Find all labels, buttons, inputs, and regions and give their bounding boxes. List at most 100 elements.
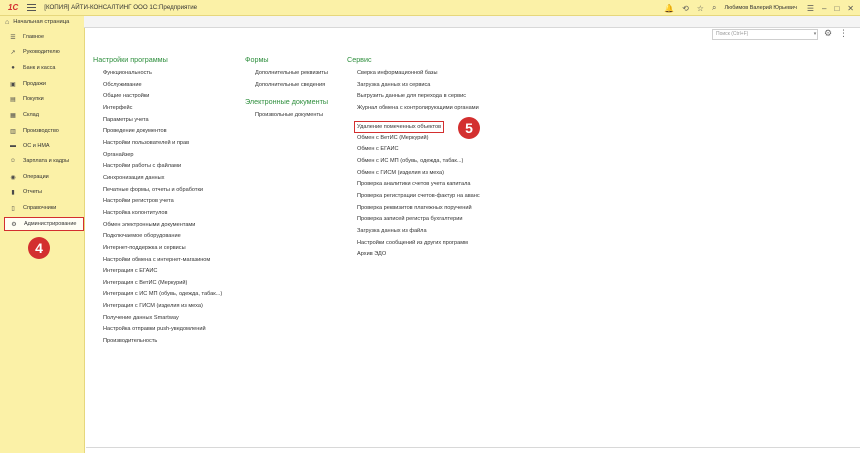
program-settings-link[interactable]: Настройки обмена с интернет-магазином — [103, 255, 222, 267]
service-link[interactable]: Обмен с ИС МП (обувь, одежда, табак...) — [357, 156, 480, 168]
sidebar-item-label: Операции — [23, 174, 49, 180]
tab-start-page[interactable]: ⌂ Начальная страница — [0, 16, 84, 28]
sidebar-item-operations[interactable]: ◉ Операции — [4, 170, 84, 184]
program-settings-link[interactable]: Органайзер — [103, 150, 222, 162]
close-icon[interactable]: ✕ — [847, 4, 854, 13]
search-icon[interactable]: ⌕ — [712, 3, 716, 13]
service-link[interactable]: Сверка информационной базы — [357, 68, 480, 80]
program-settings-heading: Настройки программы — [93, 55, 168, 64]
coins-icon: ● — [11, 65, 15, 71]
search-dropdown-icon[interactable]: ▾ — [811, 29, 819, 40]
history-icon[interactable]: ⟲ — [682, 4, 689, 13]
search-input[interactable]: Поиск (Ctrl+F) — [712, 29, 818, 40]
forms-link[interactable]: Дополнительные реквизиты — [255, 68, 328, 80]
menu-icon[interactable]: ☰ — [807, 4, 814, 13]
service-link[interactable]: Журнал обмена с контролирующими органами — [357, 103, 480, 115]
sidebar-item-production[interactable]: ▥ Производство — [4, 124, 84, 138]
service-link[interactable]: Выгрузить данные для перехода в сервис — [357, 91, 480, 103]
service-link[interactable]: Проверка записей регистра бухгалтерии — [357, 214, 480, 226]
home-icon: ⌂ — [5, 18, 10, 26]
sidebar-item-main[interactable]: ☰ Главное — [4, 30, 84, 44]
main-menu-icon[interactable] — [27, 4, 37, 11]
program-settings-section: Настройки программы Функциональность Обс… — [93, 55, 222, 348]
sidebar-item-purchases[interactable]: ▤ Покупки — [4, 92, 84, 106]
program-settings-link[interactable]: Обслуживание — [103, 80, 222, 92]
program-settings-link[interactable]: Настройки регистров учета — [103, 196, 222, 208]
people-icon: ☺ — [9, 158, 17, 164]
program-settings-link[interactable]: Интерфейс — [103, 103, 222, 115]
sidebar-item-bank[interactable]: ● Банк и касса — [4, 61, 84, 75]
program-settings-link[interactable]: Настройки пользователей и прав — [103, 138, 222, 150]
program-settings-link[interactable]: Интеграция с ВетИС (Меркурий) — [103, 278, 222, 290]
program-settings-link[interactable]: Настройки работы с файлами — [103, 161, 222, 173]
program-settings-link[interactable]: Проведение документов — [103, 126, 222, 138]
edocs-link[interactable]: Произвольные документы — [255, 110, 328, 122]
more-icon[interactable]: ⋮ — [839, 28, 848, 39]
service-link[interactable]: Загрузка данных из сервиса — [357, 80, 480, 92]
service-link[interactable]: Проверка регистрации счетов-фактур на ав… — [357, 191, 480, 203]
maximize-icon[interactable]: □ — [834, 4, 839, 13]
service-link[interactable]: Проверка реквизитов платежных поручений — [357, 203, 480, 215]
service-link[interactable]: Обмен с ГИСМ (изделия из меха) — [357, 168, 480, 180]
cart-icon: ▣ — [10, 81, 16, 88]
step-badge-4: 4 — [28, 237, 50, 259]
app-logo: 1С — [8, 3, 19, 12]
basket-icon: ▤ — [10, 96, 16, 103]
program-settings-link[interactable]: Настройка колонтитулов — [103, 208, 222, 220]
user-name[interactable]: Любимов Валерий Юрьевич — [724, 5, 796, 11]
forms-section: Формы Дополнительные реквизиты Дополните… — [245, 55, 328, 122]
program-settings-link[interactable]: Подключаемое оборудование — [103, 231, 222, 243]
program-settings-link[interactable]: Обмен электронными документами — [103, 220, 222, 232]
sidebar-item-salary[interactable]: ☺ Зарплата и кадры — [4, 154, 84, 168]
program-settings-link[interactable]: Настройка отправки push-уведомлений — [103, 324, 222, 336]
chart-trend-icon: ↗ — [10, 49, 16, 56]
tab-start-page-label: Начальная страница — [13, 19, 70, 25]
sidebar-item-label: Склад — [23, 112, 39, 118]
program-settings-link[interactable]: Интеграция с ЕГАИС — [103, 266, 222, 278]
star-icon[interactable]: ☆ — [697, 4, 704, 13]
bar-chart-icon: ▮ — [11, 189, 15, 196]
forms-link[interactable]: Дополнительные сведения — [255, 80, 328, 92]
sidebar-item-label: Продажи — [23, 81, 46, 87]
bell-icon[interactable]: 🔔 — [664, 4, 674, 13]
program-settings-link[interactable]: Параметры учета — [103, 115, 222, 127]
sidebar-item-label: Банк и касса — [23, 65, 56, 71]
window-title: [КОПИЯ] АЙТИ-КОНСАЛТИНГ ООО 1С:Предприят… — [44, 4, 198, 11]
service-link[interactable]: Архив ЭДО — [357, 249, 480, 261]
sidebar-item-label: Отчеты — [23, 189, 43, 195]
sidebar-item-reports[interactable]: ▮ Отчеты — [4, 185, 84, 199]
sidebar-item-sales[interactable]: ▣ Продажи — [4, 77, 84, 91]
tab-bar: ⌂ Начальная страница — [0, 16, 860, 28]
service-link[interactable]: Обмен с ЕГАИС — [357, 144, 480, 156]
program-settings-link[interactable]: Получение данных Smartway — [103, 313, 222, 325]
program-settings-link[interactable]: Функциональность — [103, 68, 222, 80]
sidebar-item-label: Производство — [23, 128, 59, 134]
menu-lines-icon: ☰ — [10, 34, 16, 41]
program-settings-link[interactable]: Интеграция с ГИСМ (изделия из меха) — [103, 301, 222, 313]
program-settings-link[interactable]: Производительность — [103, 336, 222, 348]
factory-icon: ▥ — [10, 128, 16, 135]
program-settings-link[interactable]: Интеграция с ИС МП (обувь, одежда, табак… — [103, 289, 222, 301]
service-link[interactable]: Проверка аналитики счетов учета капитала — [357, 179, 480, 191]
sidebar-item-catalogs[interactable]: ▯ Справочники — [4, 201, 84, 215]
operations-icon: ◉ — [10, 174, 16, 181]
sidebar-item-label: Руководителю — [23, 49, 60, 55]
sidebar-item-director[interactable]: ↗ Руководителю — [4, 45, 84, 59]
minimize-icon[interactable]: – — [822, 4, 826, 13]
gear-icon: ⚙ — [11, 221, 17, 228]
service-heading: Сервис — [347, 55, 372, 64]
delete-marked-objects-link[interactable]: Удаление помеченных объектов — [353, 120, 445, 133]
sidebar-item-assets[interactable]: ▬ ОС и НМА — [4, 139, 84, 153]
sidebar: ☰ Главное ↗ Руководителю ● Банк и касса … — [0, 28, 85, 453]
program-settings-link[interactable]: Синхронизация данных — [103, 173, 222, 185]
sidebar-item-administration[interactable]: ⚙ Администрирование — [4, 217, 84, 231]
program-settings-link[interactable]: Интернет-поддержка и сервисы — [103, 243, 222, 255]
program-settings-link[interactable]: Печатные формы, отчеты и обработки — [103, 185, 222, 197]
warehouse-icon: ▦ — [10, 112, 16, 119]
program-settings-link[interactable]: Общие настройки — [103, 91, 222, 103]
sidebar-item-warehouse[interactable]: ▦ Склад — [4, 108, 84, 122]
service-link[interactable]: Загрузка данных из файла — [357, 226, 480, 238]
settings-gear-icon[interactable]: ⚙ — [824, 28, 832, 39]
sidebar-item-label: Покупки — [23, 96, 44, 102]
service-link[interactable]: Настройки сообщений из других программ — [357, 238, 480, 250]
